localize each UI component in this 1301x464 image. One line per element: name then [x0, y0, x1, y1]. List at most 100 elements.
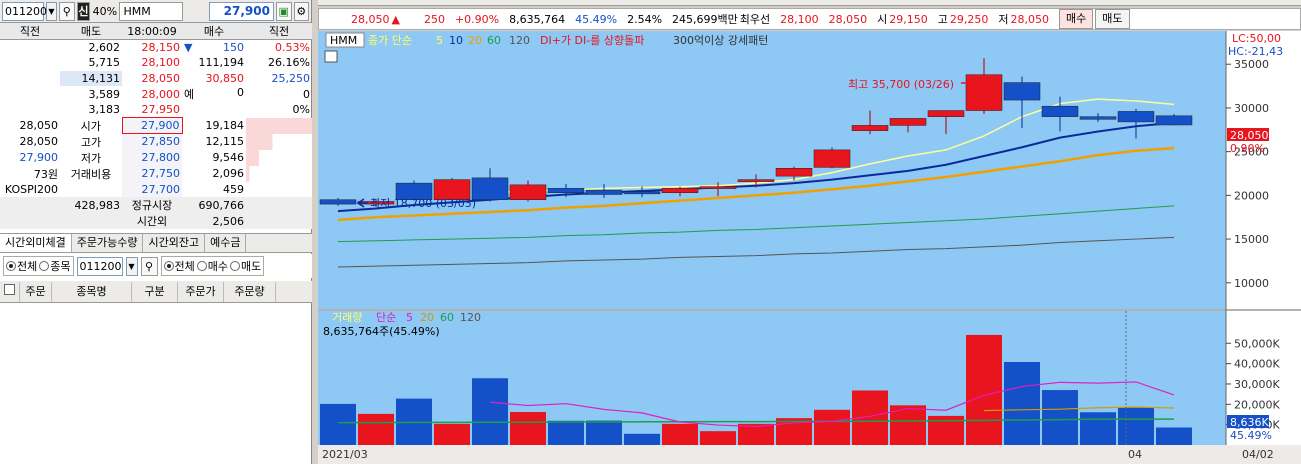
radio-icon — [39, 261, 50, 271]
legend-ma20: 20 — [468, 34, 482, 47]
volume-bar — [814, 409, 850, 445]
tab-afterhours-unfilled[interactable]: 시간외미체결 — [0, 234, 72, 252]
candle-body — [737, 179, 775, 182]
current-price: 27,900 — [208, 1, 274, 21]
legend-ma5: 5 — [436, 34, 443, 47]
radio-all[interactable]: 전체 — [6, 258, 37, 274]
ask-row[interactable]: 2,602 28,150 ▼ 150 0.53% — [0, 40, 312, 56]
vol-tick-label: 50,000K — [1234, 337, 1280, 350]
ob-cell: 2,602 — [88, 41, 121, 54]
price-tick-label: 15000 — [1234, 233, 1269, 246]
ob-cell — [0, 70, 60, 86]
radio-sell[interactable]: 매도 — [230, 258, 261, 274]
xaxis-bg — [318, 445, 1301, 464]
up-arrow-icon: ▲ — [391, 12, 400, 26]
radio-label: 전체 — [174, 260, 195, 273]
ob-flag: ▼ — [184, 41, 193, 54]
stock-toolbar: 011200 ▼ ⚲ 신 40% HMM 27,900 ▣ ⚙ — [0, 0, 311, 23]
radio-item[interactable]: 종목 — [39, 258, 71, 274]
volume-bar — [662, 423, 698, 445]
col-name: 종목명 — [52, 281, 132, 302]
radio-buy[interactable]: 매수 — [196, 258, 228, 274]
radio-label: 매도 — [241, 260, 262, 273]
ob-value: 111,194 — [198, 56, 245, 70]
radio-icon — [230, 261, 240, 271]
candle-body — [547, 188, 585, 193]
ob-cell: 27,800 — [122, 149, 182, 166]
search-icon[interactable]: ⚲ — [59, 1, 75, 21]
tab-afterhours-balance[interactable]: 시간외잔고 — [143, 234, 206, 252]
high-label: 고 — [937, 13, 948, 26]
bid-row[interactable]: 28,050 시가 27,900 19,184 — [0, 117, 312, 134]
filter-code-input[interactable]: 011200 — [76, 256, 123, 276]
price-tick-label: 20000 — [1234, 189, 1269, 202]
ob-cell — [246, 133, 312, 150]
volume-bar — [320, 403, 356, 445]
tab-orderable-qty[interactable]: 주문가능수량 — [72, 234, 144, 252]
ask-row[interactable]: 3,183 27,950 0% — [0, 102, 312, 118]
bid-row[interactable]: 27,900 저가 27,800 9,546 — [0, 149, 312, 166]
ask-row[interactable]: 5,715 28,100 111,194 26.16% — [0, 55, 312, 71]
select-all-checkbox[interactable] — [0, 281, 20, 302]
bid-row[interactable]: 73원 거래비용 27,750 2,096 — [0, 165, 312, 182]
gear-icon[interactable]: ⚙ — [293, 1, 310, 21]
legend-ma120: 120 — [509, 34, 530, 47]
legend-ma-title: 종가 단순 — [368, 34, 412, 47]
ob-cell: 28,050 — [141, 71, 181, 85]
orderbook-table: 직전 매도 18:00:09 매수 직전 2,602 28,150 ▼ 150 0.53% 5,7… — [0, 23, 312, 229]
buy-button[interactable]: 매수 — [1059, 9, 1094, 29]
radio-label: 종목 — [50, 260, 71, 273]
chart-area[interactable]: 10000150002000025000300003500010,000K20,… — [318, 31, 1301, 464]
price-tick-label: 35000 — [1234, 58, 1269, 71]
ob-cell — [246, 181, 312, 197]
scope-radio-group: 전체 종목 — [3, 256, 74, 276]
ob-cell: 111,194 — [182, 55, 246, 71]
candle-body — [851, 125, 889, 131]
chevron-down-icon[interactable]: ▼ — [46, 1, 58, 21]
ob-cell — [0, 40, 60, 56]
price-chart-svg[interactable]: 10000150002000025000300003500010,000K20,… — [318, 31, 1301, 464]
ob-value: 0 — [237, 86, 244, 99]
ob-cell: 459 — [223, 182, 244, 196]
chevron-down-icon[interactable]: ▼ — [125, 256, 138, 276]
ob-cell — [246, 149, 312, 166]
ob-cell: 428,983 — [74, 198, 121, 212]
radio-icon — [163, 261, 174, 271]
quote-pct: +0.90% — [454, 12, 500, 26]
candle-body — [623, 191, 661, 195]
radio-side-all[interactable]: 전체 — [163, 258, 195, 274]
quote-open: 29,150 — [889, 12, 928, 26]
ask-row[interactable]: 3,589 28,000 예 0 0 — [0, 86, 312, 102]
ob-cell: 27,750 — [122, 165, 182, 182]
ob-cell: 73원 — [33, 167, 58, 181]
search-icon[interactable]: ⚲ — [140, 256, 158, 276]
ob-header-4: 직전 — [246, 23, 312, 40]
tab-deposit[interactable]: 예수금 — [205, 234, 247, 252]
ob-cell — [246, 213, 312, 229]
volume-bar — [1042, 390, 1078, 445]
stock-code-input[interactable]: 011200 — [2, 1, 47, 21]
candle-body — [509, 184, 547, 200]
candle-body — [775, 168, 813, 177]
xaxis-label-month: 04 — [1128, 448, 1142, 461]
pct-marker: 0.90% — [1230, 142, 1265, 155]
hc-label: HC:-21,43 — [1228, 45, 1283, 58]
volume-bar — [548, 420, 584, 445]
ask-row[interactable]: 14,131 28,050 30,850 25,250 — [0, 70, 312, 86]
legend-signal-pattern: 300억이상 강세패턴 — [673, 34, 768, 47]
link-icon[interactable]: ▣ — [275, 1, 292, 21]
sell-button[interactable]: 매도 — [1095, 9, 1130, 29]
candle-body — [813, 149, 851, 168]
bid-row[interactable]: KOSPI200 27,700 459 — [0, 181, 312, 197]
ob-cell: 14,131 — [60, 70, 122, 86]
legend-stock-name: HMM — [330, 34, 357, 47]
ob-cell — [246, 165, 312, 182]
quote-bid: 28,050 — [828, 12, 868, 26]
bid-row[interactable]: 28,050 고가 27,850 12,115 — [0, 133, 312, 150]
ob-cell — [0, 102, 60, 118]
ob-cell — [0, 86, 60, 102]
col-price: 주문가 — [178, 281, 224, 302]
ob-cell — [246, 197, 312, 213]
quote-volume: 8,635,764 — [509, 12, 566, 26]
ob-cell: 예0 — [182, 86, 246, 102]
